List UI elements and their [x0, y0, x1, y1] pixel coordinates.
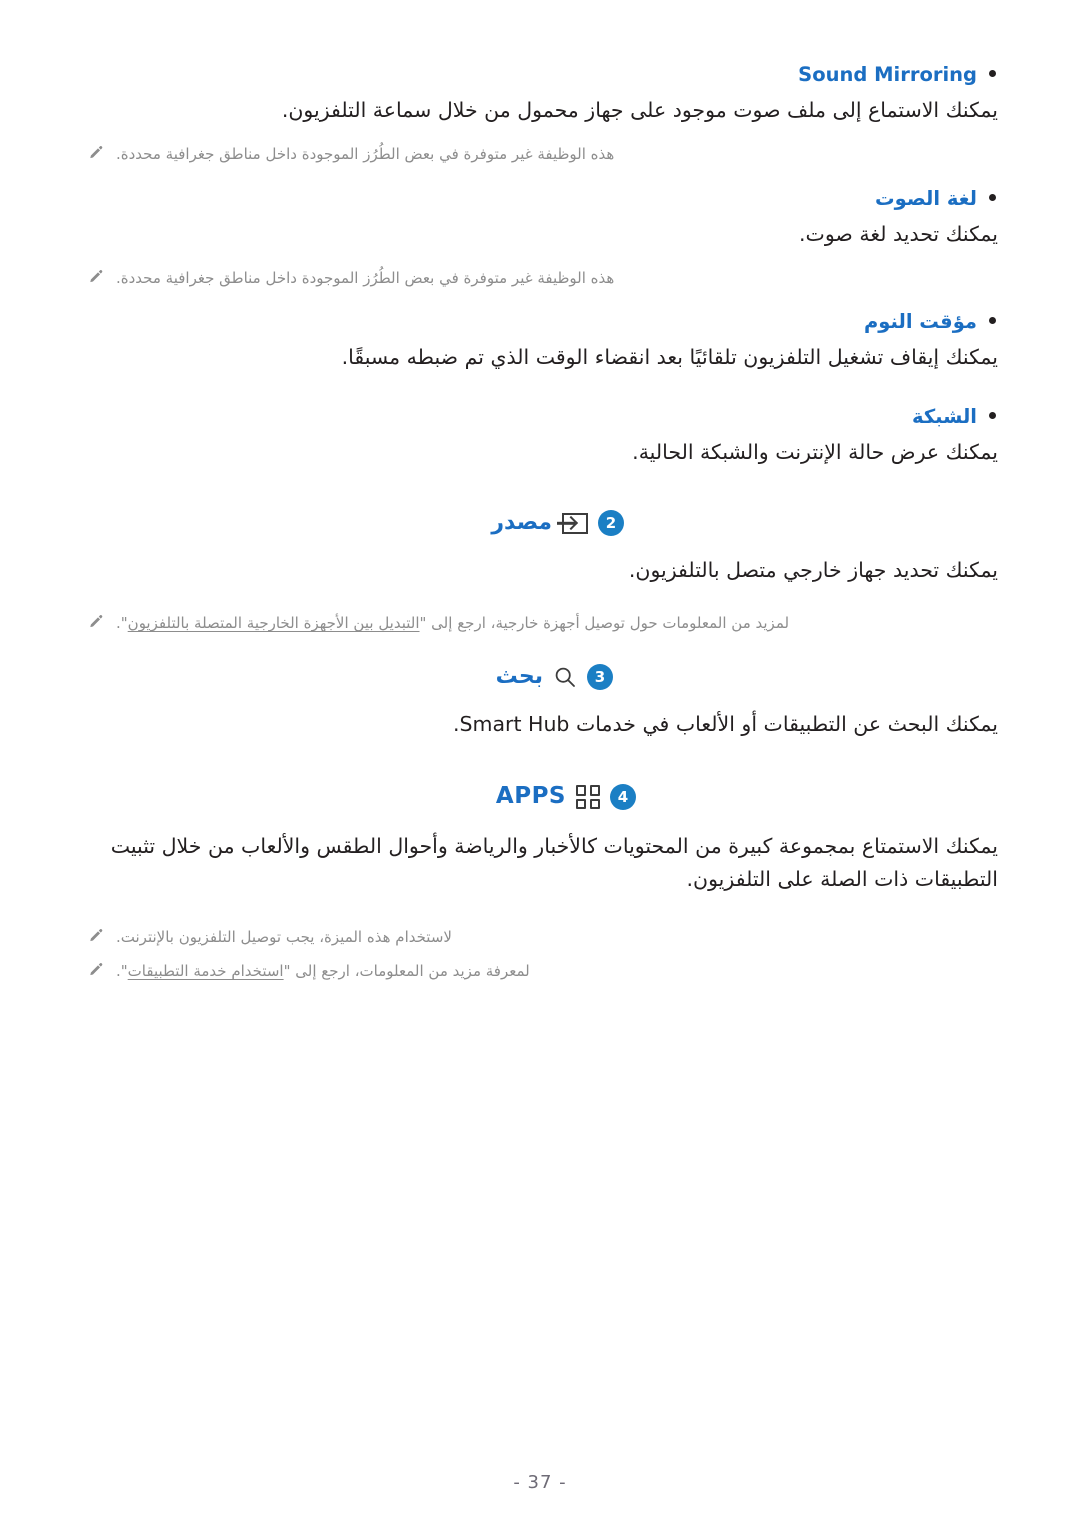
bullet-dot-icon: [989, 70, 996, 77]
section-description: يمكنك البحث عن التطبيقات أو الألعاب في خ…: [452, 711, 998, 736]
bullet-description: يمكنك عرض حالة الإنترنت والشبكة الحالية.: [632, 440, 998, 465]
note-text: هذه الوظيفة غير متوفرة في بعض الطُرُز ال…: [116, 145, 615, 164]
bullet-heading-row: الشبكة: [82, 402, 998, 431]
section-number-badge: 4: [610, 784, 636, 811]
search-icon: [553, 665, 577, 689]
note-row: لاستخدام هذه الميزة، يجب توصيل التلفزيون…: [82, 926, 998, 949]
section-source: 2 مصدر يمكنك تحديد جهاز خارجي متصل بالتل…: [82, 509, 998, 635]
bullet-item-network: الشبكة يمكنك عرض حالة الإنترنت والشبكة ا…: [82, 402, 998, 469]
note-text-after: ".: [116, 614, 128, 633]
manual-page: Sound Mirroring يمكنك الاستماع إلى ملف ص…: [0, 0, 1080, 1527]
bullet-dot-icon: [989, 412, 996, 420]
bullet-title: مؤقت النوم: [864, 310, 977, 334]
section-title[interactable]: APPS: [496, 782, 566, 812]
note-row: لمعرفة مزيد من المعلومات، ارجع إلى "استخ…: [82, 960, 998, 983]
section-title[interactable]: بحث: [496, 663, 543, 692]
note-text-before: لمعرفة مزيد من المعلومات، ارجع إلى ": [283, 962, 530, 981]
section-heading-row: 3 بحث: [82, 663, 998, 692]
bullet-dot-icon: [989, 193, 996, 201]
bullet-heading-row: لغة الصوت: [82, 184, 998, 213]
bullet-description: يمكنك الاستماع إلى ملف صوت موجود على جها…: [281, 98, 998, 123]
bullet-item-sound-mirroring: Sound Mirroring يمكنك الاستماع إلى ملف ص…: [82, 60, 998, 127]
section-description: يمكنك تحديد جهاز خارجي متصل بالتلفزيون.: [628, 557, 998, 582]
section-apps: 4 APPS يمكنك الاستمتاع بمجموعة كبيرة من …: [82, 782, 998, 982]
pencil-icon: [88, 928, 105, 945]
source-input-icon: [562, 512, 588, 534]
note-row: هذه الوظيفة غير متوفرة في بعض الطُرُز ال…: [82, 267, 998, 290]
note-text-after: ".: [116, 962, 128, 981]
bullet-title: لغة الصوت: [875, 186, 977, 210]
bullet-description: يمكنك إيقاف تشغيل التلفزيون تلقائيًا بعد…: [341, 345, 998, 370]
section-heading-row: 2 مصدر: [82, 509, 998, 538]
bullet-item-sound-language: لغة الصوت يمكنك تحديد لغة صوت.: [82, 184, 998, 251]
bullet-dot-icon: [989, 317, 996, 325]
section-heading-row: 4 APPS: [82, 782, 998, 812]
bullet-item-sleep-timer: مؤقت النوم يمكنك إيقاف تشغيل التلفزيون ت…: [82, 307, 998, 374]
note-text: هذه الوظيفة غير متوفرة في بعض الطُرُز ال…: [116, 268, 615, 287]
bullet-description: يمكنك تحديد لغة صوت.: [799, 221, 998, 246]
section-number-badge: 2: [598, 510, 624, 537]
pencil-icon: [88, 614, 105, 631]
bullet-title: الشبكة: [912, 405, 977, 429]
bullet-heading-row: Sound Mirroring: [82, 60, 998, 89]
pencil-icon: [88, 145, 105, 162]
pencil-icon: [88, 962, 105, 979]
bullet-title: Sound Mirroring: [798, 63, 977, 86]
note-text-before: لمزيد من المعلومات حول توصيل أجهزة خارجي…: [419, 614, 790, 633]
note-text: لاستخدام هذه الميزة، يجب توصيل التلفزيون…: [116, 927, 452, 946]
note-row: لمزيد من المعلومات حول توصيل أجهزة خارجي…: [82, 612, 998, 635]
section-description: يمكنك الاستمتاع بمجموعة كبيرة من المحتوي…: [110, 834, 998, 892]
section-number-badge: 3: [587, 664, 613, 691]
note-cross-reference-link[interactable]: استخدام خدمة التطبيقات: [128, 962, 284, 980]
section-search: 3 بحث يمكنك البحث عن التطبيقات أو الألعا…: [82, 663, 998, 740]
pencil-icon: [88, 269, 105, 286]
note-text: لمعرفة مزيد من المعلومات، ارجع إلى "استخ…: [116, 960, 530, 983]
note-row: هذه الوظيفة غير متوفرة في بعض الطُرُز ال…: [82, 143, 998, 166]
note-cross-reference-link[interactable]: التبديل بين الأجهزة الخارجية المتصلة بال…: [128, 614, 420, 632]
page-number: - 37 -: [513, 1472, 567, 1493]
apps-grid-icon: [576, 785, 600, 810]
section-title[interactable]: مصدر: [491, 509, 552, 538]
bullet-heading-row: مؤقت النوم: [82, 307, 998, 336]
note-text: لمزيد من المعلومات حول توصيل أجهزة خارجي…: [116, 612, 789, 635]
